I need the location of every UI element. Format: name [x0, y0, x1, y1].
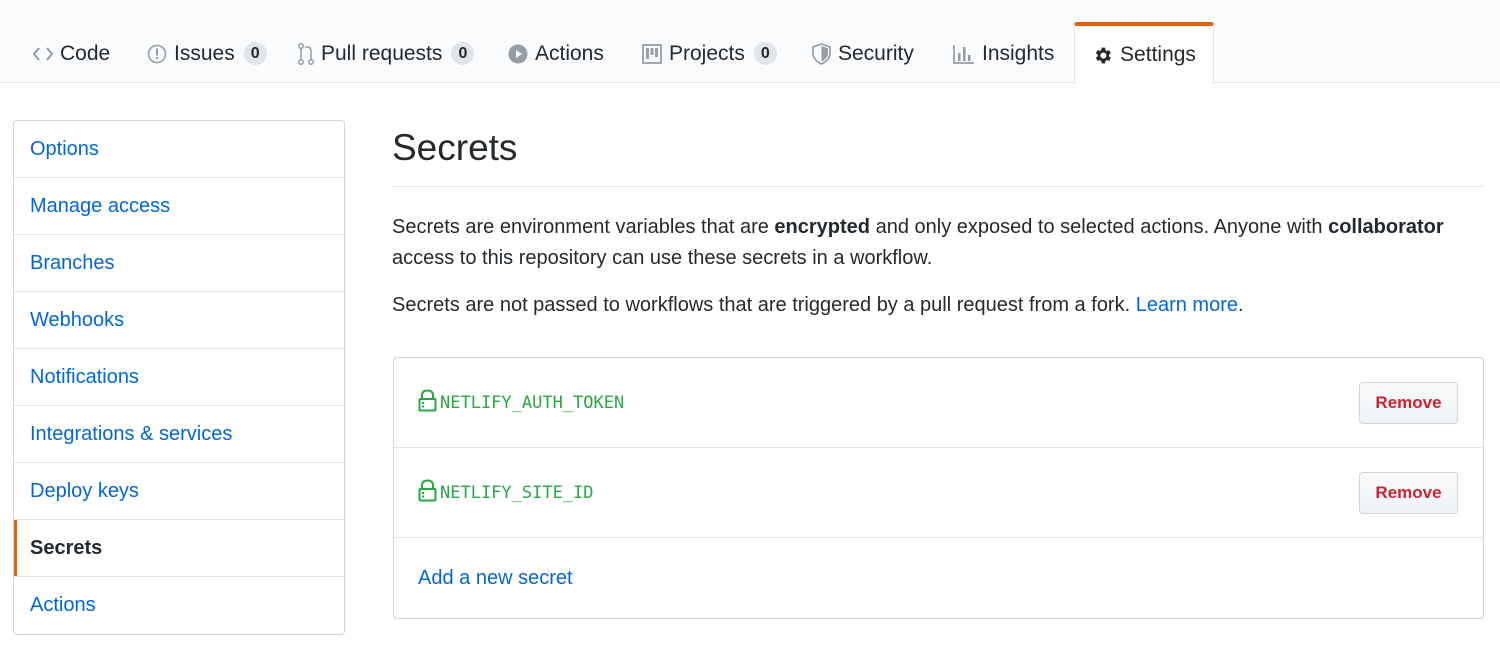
- fork-note: Secrets are not passed to workflows that…: [392, 290, 1484, 321]
- sidebar-item-actions[interactable]: Actions: [14, 577, 344, 634]
- issue-count-badge: 0: [243, 42, 267, 65]
- sidebar-item-secrets[interactable]: Secrets: [14, 520, 344, 577]
- issue-icon: [147, 44, 167, 64]
- tab-settings[interactable]: Settings: [1074, 22, 1214, 84]
- secret-name-text: NETLIFY_AUTH_TOKEN: [440, 392, 625, 413]
- tab-actions[interactable]: Actions: [508, 24, 604, 83]
- repo-tab-bar: Code Issues 0 Pull requests 0 Actions Pr…: [0, 0, 1500, 84]
- remove-secret-button[interactable]: Remove: [1359, 381, 1458, 424]
- secret-name-text: NETLIFY_SITE_ID: [440, 482, 594, 503]
- sidebar-item-options[interactable]: Options: [14, 121, 344, 178]
- tab-label: Pull requests: [321, 41, 443, 65]
- secret-row: NETLIFY_AUTH_TOKEN Remove: [394, 358, 1483, 448]
- tab-label: Code: [60, 41, 111, 65]
- description-bold-encrypted: encrypted: [774, 216, 871, 238]
- tab-label: Security: [838, 41, 914, 65]
- description-text: access to this repository can use these …: [392, 247, 933, 269]
- fork-note-end: .: [1237, 294, 1244, 316]
- code-icon: [33, 46, 53, 62]
- lock-icon: [418, 478, 437, 507]
- tab-code[interactable]: Code: [33, 24, 110, 83]
- tab-issues[interactable]: Issues 0: [147, 24, 267, 83]
- secret-name: NETLIFY_SITE_ID: [418, 478, 594, 507]
- secrets-description: Secrets are environment variables that a…: [392, 212, 1484, 274]
- remove-secret-button[interactable]: Remove: [1359, 471, 1458, 514]
- tab-label: Insights: [982, 41, 1055, 65]
- fork-note-text: Secrets are not passed to workflows that…: [392, 294, 1136, 316]
- pull-request-icon: [298, 42, 314, 65]
- pull-request-count-badge: 0: [451, 42, 475, 65]
- sidebar-item-branches[interactable]: Branches: [14, 235, 344, 292]
- page-title: Secrets: [392, 120, 1484, 187]
- add-new-secret-link[interactable]: Add a new secret: [418, 567, 573, 590]
- secret-name: NETLIFY_AUTH_TOKEN: [418, 388, 625, 417]
- graph-icon: [953, 44, 975, 64]
- shield-icon: [812, 42, 831, 65]
- secret-row: NETLIFY_SITE_ID Remove: [394, 448, 1483, 538]
- lock-icon: [418, 388, 437, 417]
- gear-icon: [1092, 45, 1113, 66]
- project-count-badge: 0: [753, 42, 777, 65]
- learn-more-link[interactable]: Learn more: [1136, 294, 1238, 316]
- sidebar-item-webhooks[interactable]: Webhooks: [14, 292, 344, 349]
- tab-label: Settings: [1120, 43, 1196, 66]
- sidebar-item-manage-access[interactable]: Manage access: [14, 178, 344, 235]
- sidebar-item-notifications[interactable]: Notifications: [14, 349, 344, 406]
- secrets-list: NETLIFY_AUTH_TOKEN Remove NETLIFY_SITE_I…: [393, 357, 1484, 619]
- tab-insights[interactable]: Insights: [953, 24, 1054, 83]
- settings-sidebar: Options Manage access Branches Webhooks …: [13, 120, 345, 635]
- project-icon: [642, 43, 662, 64]
- play-icon: [508, 44, 528, 64]
- tab-projects[interactable]: Projects 0: [642, 24, 777, 83]
- sidebar-item-integrations[interactable]: Integrations & services: [14, 406, 344, 463]
- tab-security[interactable]: Security: [812, 24, 914, 83]
- description-text: and only exposed to selected actions. An…: [870, 216, 1329, 238]
- sidebar-item-deploy-keys[interactable]: Deploy keys: [14, 463, 344, 520]
- tab-label: Projects: [669, 41, 745, 65]
- secrets-panel: Secrets Secrets are environment variable…: [392, 120, 1484, 619]
- description-bold-collaborator: collaborator: [1328, 216, 1444, 238]
- tab-label: Issues: [174, 41, 235, 65]
- add-secret-row: Add a new secret: [394, 538, 1483, 618]
- tab-pull-requests[interactable]: Pull requests 0: [298, 24, 475, 83]
- description-text: Secrets are environment variables that a…: [392, 216, 775, 238]
- tab-label: Actions: [535, 41, 604, 65]
